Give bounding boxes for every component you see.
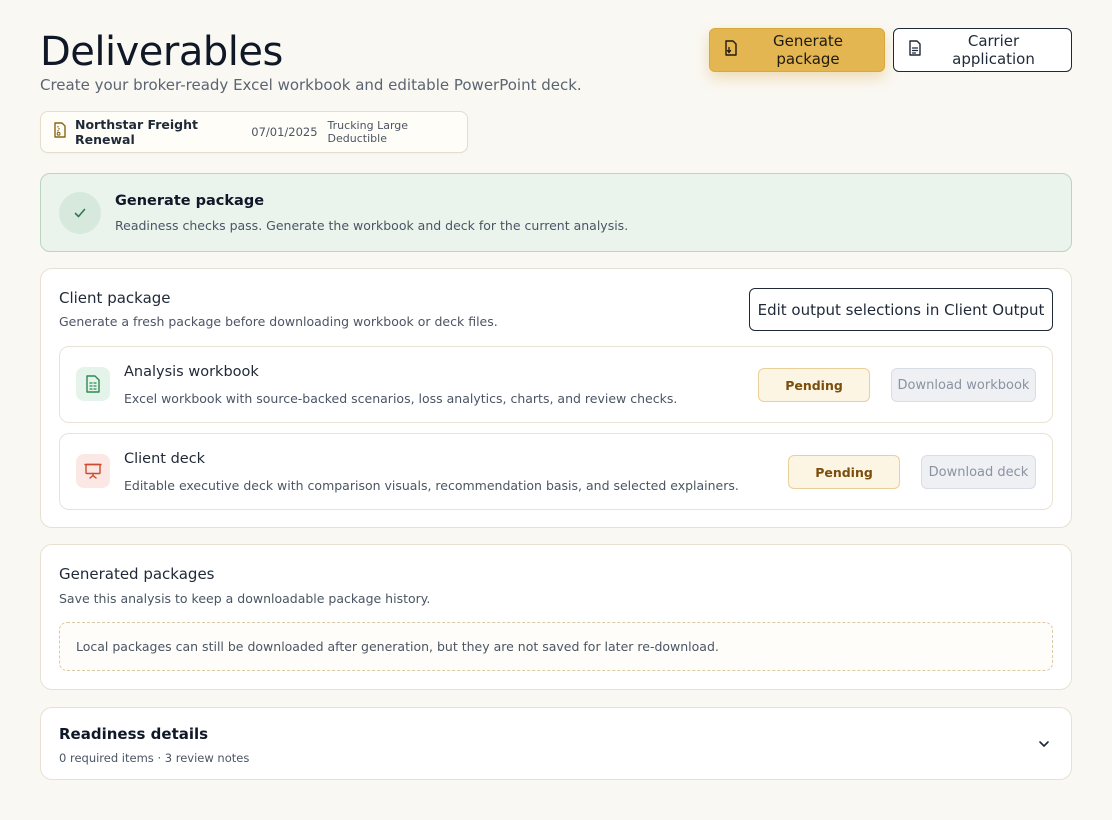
banner-text: Readiness checks pass. Generate the work… [115, 218, 629, 233]
workbook-title: Analysis workbook [124, 364, 259, 380]
case-date: 07/01/2025 [251, 125, 318, 139]
download-deck-button[interactable]: Download deck [921, 455, 1036, 489]
deliverables-page: Deliverables Create your broker-ready Ex… [0, 0, 1112, 820]
generated-packages-title: Generated packages [59, 565, 215, 583]
document-icon [908, 40, 922, 60]
client-package-title: Client package [59, 289, 171, 307]
ready-banner: Generate package Readiness checks pass. … [40, 173, 1072, 252]
readiness-summary: 0 required items · 3 review notes [59, 751, 250, 765]
chevron-down-icon[interactable] [1037, 737, 1051, 751]
client-package-subtitle: Generate a fresh package before download… [59, 314, 498, 329]
carrier-application-label: Carrier application [952, 32, 1035, 68]
workbook-item: Analysis workbook Excel workbook with so… [59, 346, 1053, 423]
client-package-card: Client package Generate a fresh package … [40, 268, 1072, 528]
case-program: Trucking Large Deductible [327, 119, 409, 145]
download-workbook-button[interactable]: Download workbook [891, 368, 1036, 402]
file-archive-icon [53, 122, 67, 142]
page-subtitle: Create your broker-ready Excel workbook … [40, 76, 582, 94]
page-title: Deliverables [40, 29, 283, 75]
generate-package-button[interactable]: Generate package [709, 28, 885, 72]
edit-output-selections-button[interactable]: Edit output selections in Client Output [749, 288, 1053, 331]
deck-status-badge: Pending [788, 455, 900, 489]
deck-title: Client deck [124, 451, 206, 467]
banner-title: Generate package [115, 193, 265, 209]
case-chip: Northstar Freight Renewal 07/01/2025 Tru… [40, 111, 468, 153]
readiness-details-toggle[interactable]: Readiness details 0 required items · 3 r… [40, 707, 1072, 780]
spreadsheet-icon [76, 367, 110, 401]
generate-package-label: Generate package [772, 32, 844, 68]
file-icon [724, 40, 738, 60]
generated-packages-subtitle: Save this analysis to keep a downloadabl… [59, 591, 431, 606]
workbook-description: Excel workbook with source-backed scenar… [124, 391, 678, 406]
case-name: Northstar Freight Renewal [75, 117, 198, 147]
carrier-application-button[interactable]: Carrier application [893, 28, 1072, 72]
workbook-status-badge: Pending [758, 368, 870, 402]
deck-description: Editable executive deck with comparison … [124, 478, 739, 493]
deck-item: Client deck Editable executive deck with… [59, 433, 1053, 510]
readiness-title: Readiness details [59, 725, 209, 743]
generated-packages-card: Generated packages Save this analysis to… [40, 544, 1072, 690]
local-packages-notice: Local packages can still be downloaded a… [59, 622, 1053, 671]
presentation-icon [76, 454, 110, 488]
check-icon [59, 192, 101, 234]
